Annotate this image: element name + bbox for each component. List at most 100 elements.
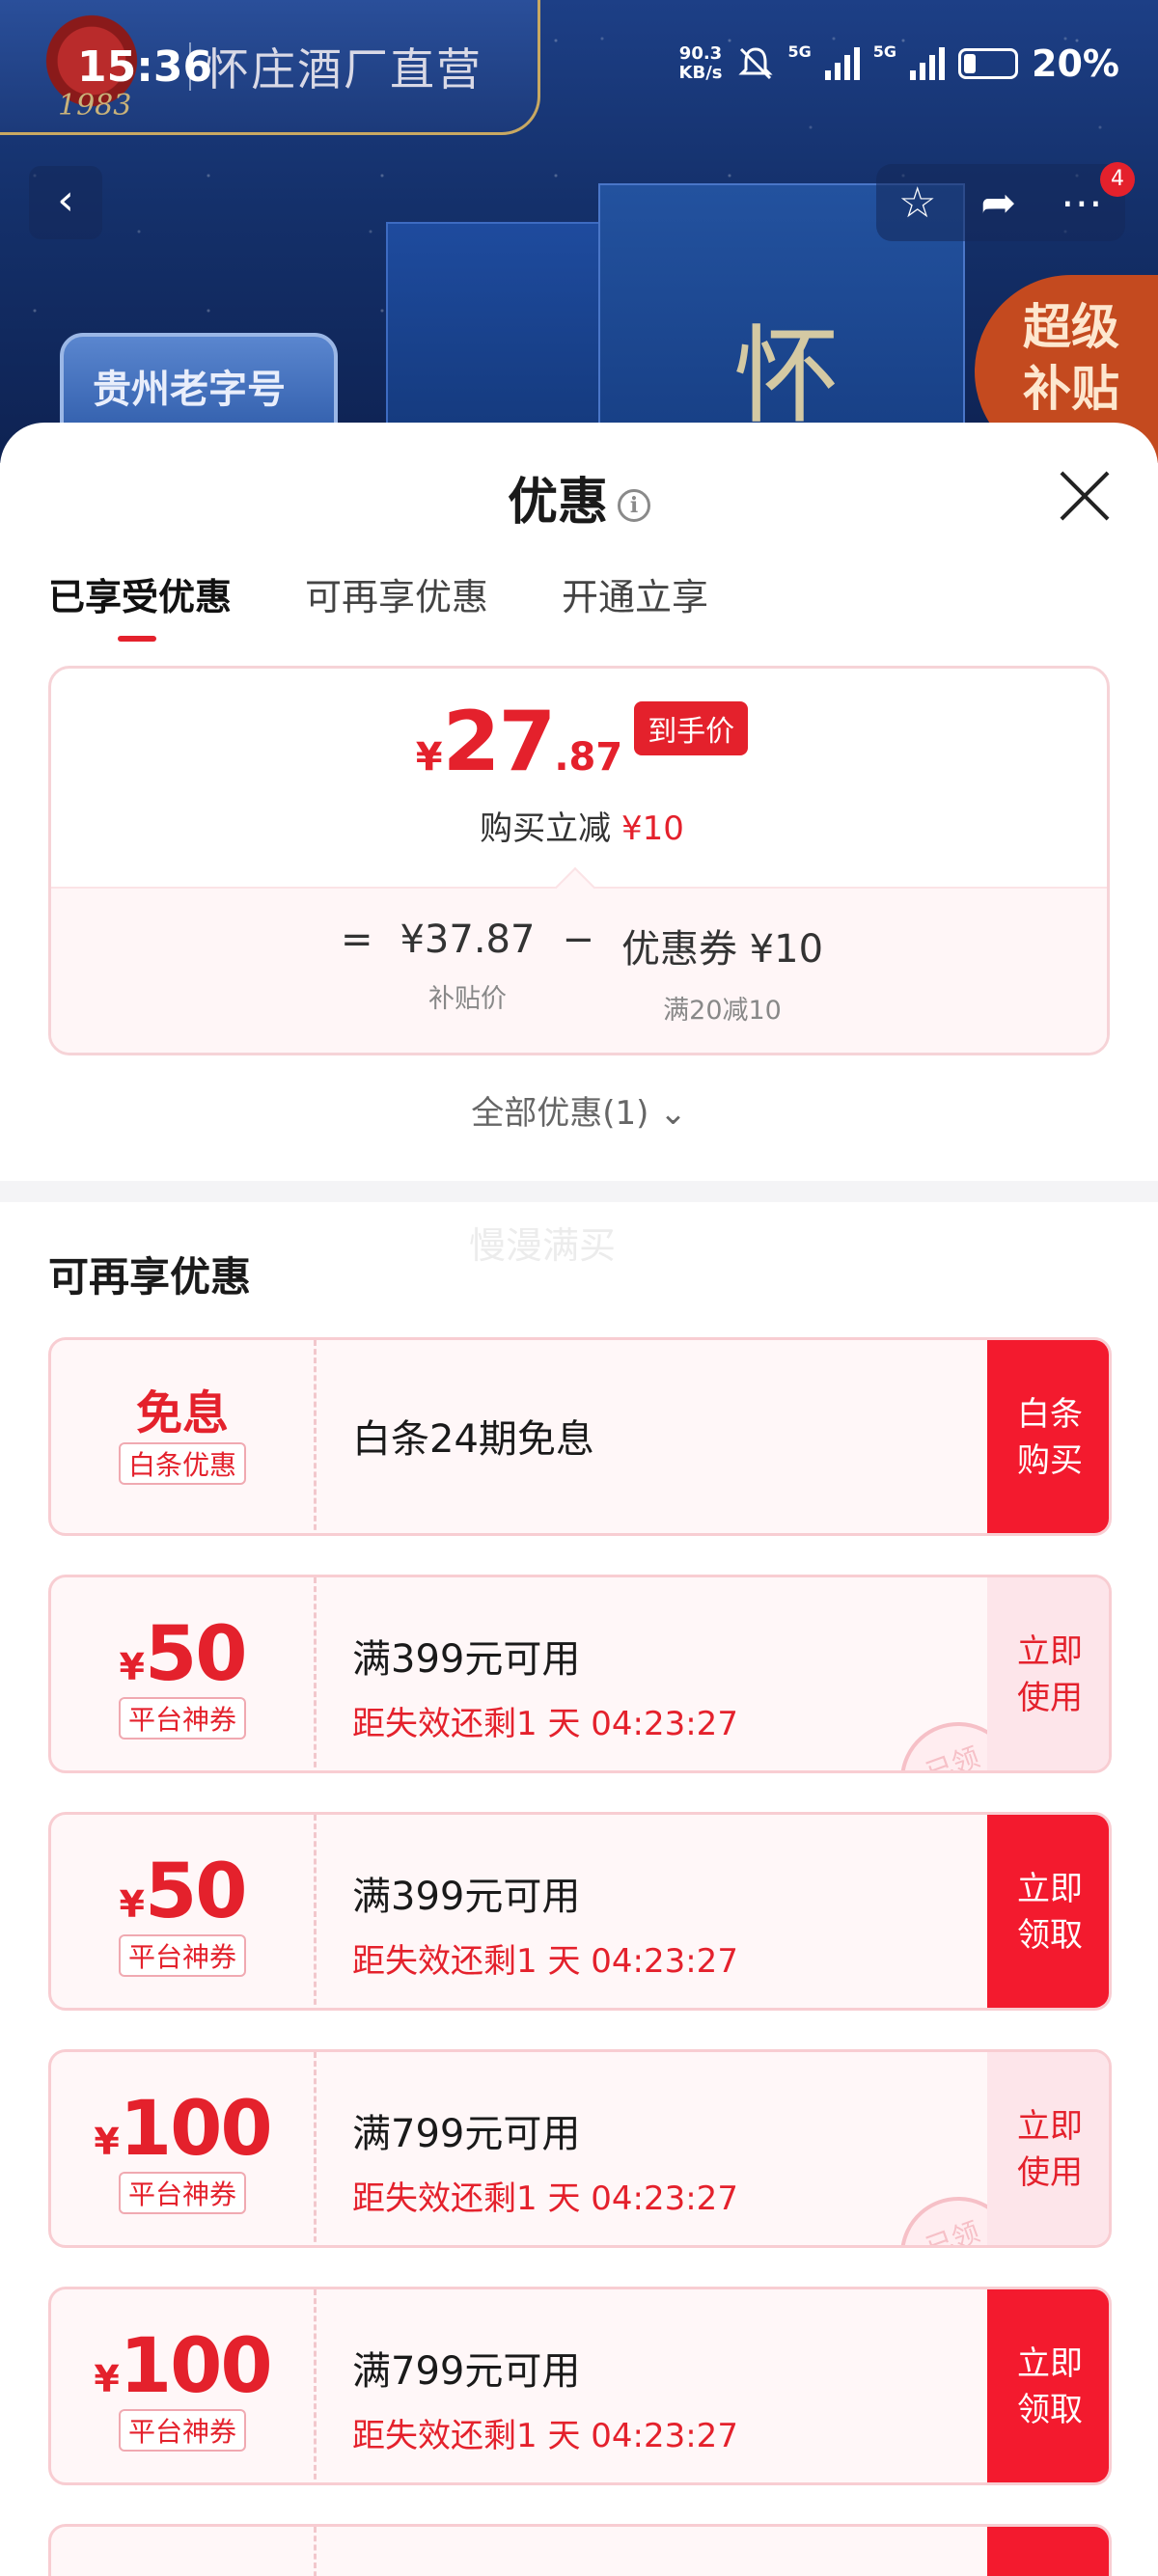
all-discounts-label: 全部优惠(1) xyxy=(471,1094,649,1133)
coupon-condition: 白条24期免息 xyxy=(352,1417,594,1462)
discount-sheet: 优惠 i 已享受优惠 可再享优惠 开通立享 ¥27.87到手价 购买立减 ¥10 … xyxy=(0,423,1158,2576)
coupon-amount-block: ¥100 平台神券 xyxy=(51,2052,317,2245)
coupon-tag: 平台神券 xyxy=(118,2409,246,2452)
coupon-card: 免息 白条优惠 白条24期免息 白条 购买 xyxy=(48,1337,1112,1536)
coupon-amount-block xyxy=(51,2527,317,2576)
final-price-tag: 到手价 xyxy=(634,701,749,755)
price-breakdown: = ¥37.87 补贴价 − 优惠券 ¥10 满20减10 xyxy=(51,887,1107,1053)
coupon-card: ¥100 平台神券 满799元可用 距失效还剩1 天 04:23:27 立即 领… xyxy=(48,2287,1112,2485)
coupon-amount-block: 免息 白条优惠 xyxy=(51,1340,317,1533)
super-subsidy-line1: 超级 xyxy=(1023,299,1119,355)
button-line1: 立即 xyxy=(1017,1632,1083,1671)
claim-now-button[interactable] xyxy=(987,2527,1109,2576)
price-formula: = ¥37.87 补贴价 − 优惠券 ¥10 满20减10 xyxy=(51,918,1107,1027)
button-line1: 立即 xyxy=(1017,2344,1083,2383)
final-price-card: ¥27.87到手价 购买立减 ¥10 = ¥37.87 补贴价 − 优惠券 ¥1… xyxy=(48,666,1110,1055)
section-title: 可再享优惠 xyxy=(48,1253,252,1301)
signal-1-icon xyxy=(824,47,860,80)
signal-2-icon xyxy=(910,47,946,80)
status-indicators: 90.3 KB/s 5G 5G 20% xyxy=(679,42,1119,85)
reduction-value: ¥10 xyxy=(620,809,684,848)
bell-muted-icon xyxy=(737,47,773,80)
network-speed-unit: KB/s xyxy=(678,63,723,83)
formula-coupon: 优惠券 ¥10 满20减10 xyxy=(621,918,823,1027)
share-icon[interactable]: ➦ xyxy=(980,178,1016,228)
close-icon[interactable] xyxy=(1058,469,1112,523)
coupon-condition: 满399元可用 xyxy=(352,1637,581,1682)
button-line2: 使用 xyxy=(1017,1679,1083,1717)
button-line1: 白条 xyxy=(1017,1395,1083,1434)
button-line2: 购买 xyxy=(1017,1441,1083,1480)
battery-icon xyxy=(958,48,1019,79)
coupon-currency: ¥ xyxy=(119,1883,145,1926)
coupon-info: 满799元可用 距失效还剩1 天 04:23:27 xyxy=(352,2102,738,2219)
super-subsidy-line2: 补贴 xyxy=(1023,361,1119,417)
tab-more-available[interactable]: 可再享优惠 xyxy=(305,567,488,642)
coupon-card-partial xyxy=(48,2524,1112,2576)
coupon-amount-block: ¥50 平台神券 xyxy=(51,1577,317,1770)
status-time: 15:36 xyxy=(77,42,213,92)
coupon-timer: 距失效还剩1 天 04:23:27 xyxy=(352,2179,738,2218)
nav-action-group: ☆ ➦ ⋯ xyxy=(876,164,1125,241)
coupon-condition: 满799元可用 xyxy=(352,2349,581,2394)
info-icon[interactable]: i xyxy=(618,489,650,522)
chevron-down-icon: ⌄ xyxy=(659,1094,687,1133)
price-decimal: .87 xyxy=(554,735,623,780)
network-speed-value: 90.3 xyxy=(678,43,723,64)
coupon-card: ¥50 平台神券 满399元可用 距失效还剩1 天 04:23:27 已领 立即… xyxy=(48,1575,1112,1773)
coupon-amount: ¥50 xyxy=(51,1616,314,1693)
final-price: ¥27.87到手价 xyxy=(51,694,1107,790)
baitiao-buy-button[interactable]: 白条 购买 xyxy=(987,1340,1109,1533)
button-line2: 使用 xyxy=(1017,2153,1083,2192)
button-line2: 领取 xyxy=(1017,1916,1083,1955)
use-now-button[interactable]: 立即 使用 xyxy=(987,2052,1109,2245)
formula-minus: − xyxy=(562,918,594,962)
coupon-timer: 距失效还剩1 天 04:23:27 xyxy=(352,2417,738,2455)
coupon-tag: 平台神券 xyxy=(118,2172,246,2214)
coupon-value: 100 xyxy=(119,2323,273,2410)
claim-now-button[interactable]: 立即 领取 xyxy=(987,1815,1109,2008)
coupon-timer: 距失效还剩1 天 04:23:27 xyxy=(352,1705,738,1743)
subsidy-value: ¥37.87 xyxy=(400,918,536,962)
price-currency: ¥ xyxy=(415,735,443,780)
star-icon[interactable]: ☆ xyxy=(898,178,936,228)
status-bar: 15:36 90.3 KB/s 5G 5G 20% xyxy=(0,0,1158,135)
coupon-value: 优惠券 ¥10 xyxy=(620,927,824,972)
all-discounts-toggle[interactable]: 全部优惠(1) ⌄ xyxy=(0,1086,1158,1134)
signal-2-label: 5G xyxy=(872,42,897,61)
discount-tabs: 已享受优惠 可再享优惠 开通立享 xyxy=(48,567,708,642)
sheet-title-row: 优惠 i xyxy=(0,461,1158,534)
tab-activate[interactable]: 开通立享 xyxy=(562,567,708,642)
button-line1: 立即 xyxy=(1017,1870,1083,1908)
section-divider xyxy=(0,1181,1158,1202)
coupon-amount: ¥100 xyxy=(51,2091,314,2168)
signal-1-label: 5G xyxy=(787,42,812,61)
coupon-condition: 满399元可用 xyxy=(352,1875,581,1919)
tab-enjoyed[interactable]: 已享受优惠 xyxy=(48,567,232,642)
notification-badge: 4 xyxy=(1100,162,1135,197)
reduction-label: 购买立减 xyxy=(480,809,612,848)
coupon-currency: ¥ xyxy=(94,2358,120,2400)
coupon-condition: 满799元可用 xyxy=(352,2112,581,2156)
back-button[interactable]: ‹ xyxy=(29,166,102,239)
coupon-info: 满799元可用 距失效还剩1 天 04:23:27 xyxy=(352,2340,738,2456)
claim-now-button[interactable]: 立即 领取 xyxy=(987,2289,1109,2482)
coupon-amount: ¥100 xyxy=(51,2328,314,2405)
use-now-button[interactable]: 立即 使用 xyxy=(987,1577,1109,1770)
chevron-left-icon: ‹ xyxy=(57,176,74,225)
network-speed: 90.3 KB/s xyxy=(679,44,723,83)
coupon-tag: 平台神券 xyxy=(118,1697,246,1740)
button-line1: 立即 xyxy=(1017,2107,1083,2146)
watermark: 慢漫满买 xyxy=(469,1224,617,1267)
coupon-tag: 平台神券 xyxy=(118,1934,246,1977)
coupon-tag: 白条优惠 xyxy=(118,1442,246,1485)
price-reduction: 购买立减 ¥10 xyxy=(51,802,1107,849)
more-icon[interactable]: ⋯ xyxy=(1061,178,1103,228)
coupon-info: 满399元可用 距失效还剩1 天 04:23:27 xyxy=(352,1628,738,1744)
coupon-info: 白条24期免息 xyxy=(352,1408,594,1464)
coupon-currency: ¥ xyxy=(94,2121,120,2163)
battery-percent: 20% xyxy=(1032,42,1119,85)
coupon-currency: ¥ xyxy=(119,1646,145,1688)
subsidy-label: 补贴价 xyxy=(427,984,507,1014)
formula-subsidy: ¥37.87 补贴价 xyxy=(400,918,535,1015)
